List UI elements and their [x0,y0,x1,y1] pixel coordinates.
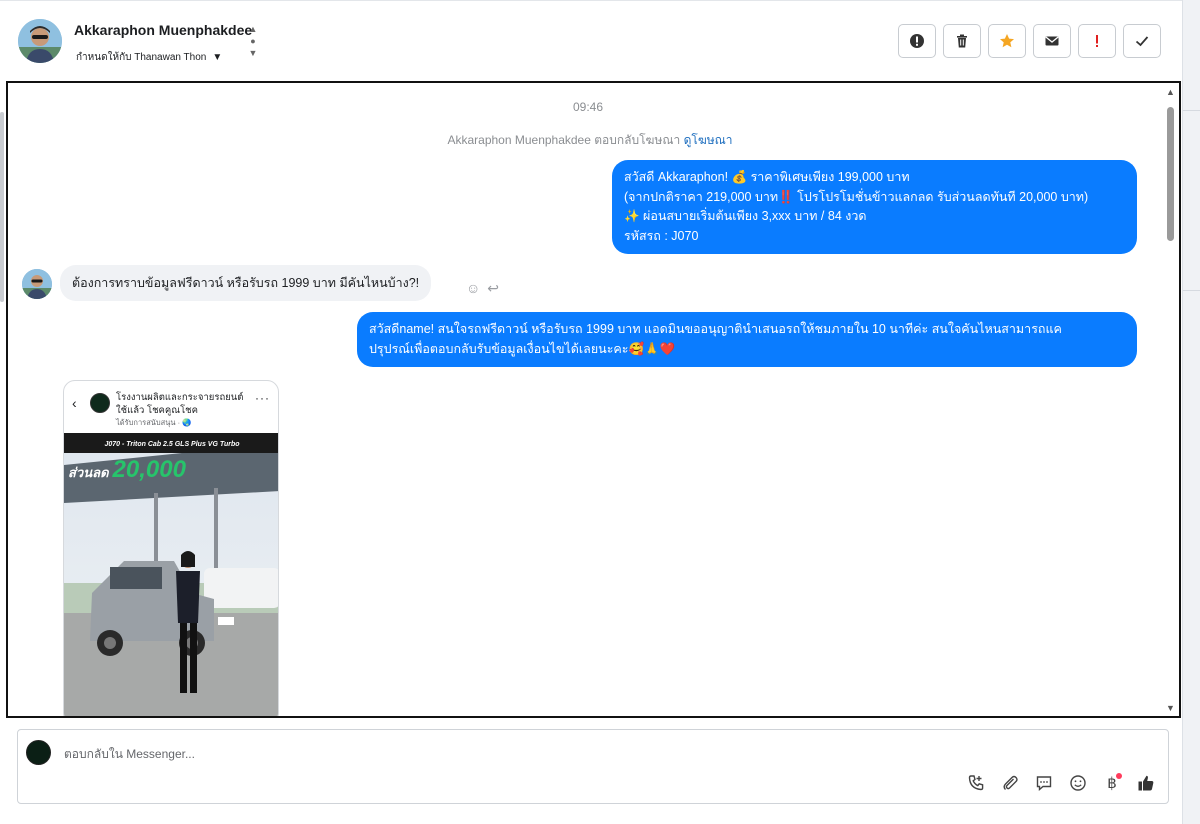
saved-reply-icon[interactable] [1034,773,1054,793]
more-icon[interactable]: ··· [255,391,270,405]
left-scroll-edge [0,112,4,302]
composer-actions: ฿ [966,773,1156,793]
message-line: รหัสรถ : J070 [624,228,699,243]
scroll-up-icon[interactable]: ▲ [1166,87,1175,97]
message-actions: ☺ ↩ [466,280,499,297]
ad-discount-label: ส่วนลด [68,465,109,480]
important-button[interactable] [1078,24,1116,58]
conversation-toolbar [898,24,1161,58]
scroll-thumb[interactable] [1167,107,1174,241]
add-call-icon[interactable] [966,773,986,793]
inbox-window: Akkaraphon Muenphakdee ▲ ● ▼ กำหนดให้กับ… [0,0,1182,824]
contact-avatar[interactable] [18,19,62,63]
done-button[interactable] [1123,24,1161,58]
spam-button[interactable] [898,24,936,58]
alert-circle-icon [910,34,924,48]
dots-icon: ● [250,36,256,46]
message-line: สวัสดีname! สนใจรถฟรีดาวน์ หรือรับรถ 199… [369,322,1062,336]
star-icon [1000,34,1014,48]
baht-icon[interactable]: ฿ [1102,773,1122,793]
message-line: (จากปกติราคา 219,000 บาท‼️ โปรโปรโมชั่นข… [624,189,1089,204]
exclamation-icon [1096,35,1098,47]
emoji-icon[interactable] [1068,773,1088,793]
star-button[interactable] [988,24,1026,58]
navigate-arrows[interactable]: ▲ ● ▼ [248,23,258,63]
chevron-left-icon[interactable]: ‹ [72,395,77,411]
thread-scrollbar[interactable]: ▲ ▼ [1165,87,1177,713]
message-line: สวัสดี Akkaraphon! 💰 ราคาพิเศษเพียง 199,… [624,170,910,184]
trash-icon [957,34,967,48]
message-thread[interactable]: 09:46 Akkaraphon Muenphakdee ตอบกลับโฆษณ… [6,81,1181,718]
notification-dot [1116,773,1122,779]
ad-page-name: โรงงานผลิตและกระจายรถยนต์ใช้แล้ว โชคคูณโ… [116,392,244,416]
message-timestamp: 09:46 [572,100,604,114]
message-line: ปรุปรณ์เพื่อตอบกลับรับข้อมูลเงื่อนไขได้เ… [369,341,676,356]
paperclip-icon[interactable] [1000,773,1020,793]
page-logo [26,740,51,765]
delete-button[interactable] [943,24,981,58]
message-line: ✨ ผ่อนสบายเริ่มต้นเพียง 3,xxx บาท / 84 ง… [624,209,867,223]
reply-icon[interactable]: ↩ [487,280,499,297]
outgoing-message[interactable]: สวัสดีname! สนใจรถฟรีดาวน์ หรือรับรถ 199… [357,312,1137,367]
contact-name[interactable]: Akkaraphon Muenphakdee [74,22,252,38]
incoming-message[interactable]: ต้องการทราบข้อมูลฟรีดาวน์ หรือรับรถ 1999… [60,265,432,301]
chevron-up-icon[interactable]: ▲ [248,23,258,35]
ad-card-header: ‹ โรงงานผลิตและกระจายรถยนต์ใช้แล้ว โชคคู… [64,381,278,433]
gutter-divider [1183,110,1200,111]
caret-down-icon: ▼ [212,52,223,63]
assignee-dropdown[interactable]: กำหนดให้กับ Thanawan Thon ▼ [76,50,222,65]
conversation-header: Akkaraphon Muenphakdee ▲ ● ▼ กำหนดให้กับ… [0,0,1182,80]
ad-reply-text: Akkaraphon Muenphakdee ตอบกลับโฆษณา [447,133,681,147]
envelope-icon [1045,36,1059,46]
reply-composer[interactable]: ตอบกลับใน Messenger... ฿ [17,729,1169,804]
gutter-divider [1183,290,1200,291]
outgoing-message[interactable]: สวัสดี Akkaraphon! 💰 ราคาพิเศษเพียง 199,… [612,160,1137,254]
sponsored-label: ได้รับการสนับสนุน · 🌏 [116,418,192,427]
ad-preview-card[interactable]: ‹ โรงงานผลิตและกระจายรถยนต์ใช้แล้ว โชคคู… [63,380,279,716]
ad-reply-note: Akkaraphon Muenphakdee ตอบกลับโฆษณา ดูโฆ… [8,131,1172,150]
reply-input[interactable]: ตอบกลับใน Messenger... [64,745,195,764]
page-logo [90,393,110,413]
thumbs-up-icon[interactable] [1136,773,1156,793]
chevron-down-icon[interactable]: ▼ [248,47,258,59]
ad-banner-title: J070 - Triton Cab 2.5 GLS Plus VG Turbo [104,440,240,448]
check-icon [1135,36,1149,47]
emoji-react-icon[interactable]: ☺ [466,280,480,297]
mark-unread-button[interactable] [1033,24,1071,58]
right-panel-edge [1182,0,1200,824]
ad-discount-value: 20,000 [112,456,186,483]
view-ad-link[interactable]: ดูโฆษณา [684,133,733,147]
scroll-down-icon[interactable]: ▼ [1166,703,1175,713]
sender-avatar[interactable] [22,269,52,299]
assignee-label: กำหนดให้กับ Thanawan Thon [76,52,207,63]
